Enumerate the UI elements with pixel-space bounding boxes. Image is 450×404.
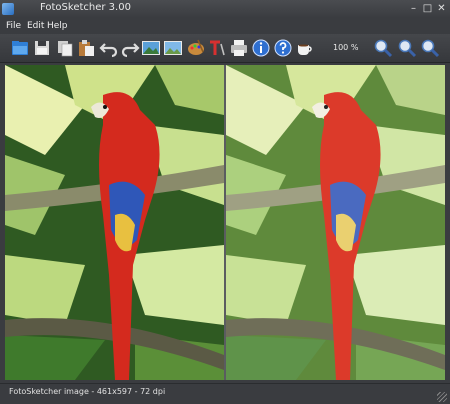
help-icon bbox=[274, 39, 292, 57]
menu-edit[interactable]: Edit bbox=[27, 19, 44, 33]
app-icon bbox=[2, 3, 14, 15]
result-image-button[interactable] bbox=[163, 38, 183, 58]
zoom-level: 100 % bbox=[333, 43, 359, 52]
info-button[interactable] bbox=[251, 38, 271, 58]
text-icon bbox=[210, 40, 225, 56]
status-bar: FotoSketcher image - 461x597 - 72 dpi bbox=[0, 383, 450, 404]
toolbar: 100 % bbox=[0, 34, 450, 63]
maximize-button[interactable]: □ bbox=[421, 3, 434, 14]
open-button[interactable] bbox=[10, 38, 30, 58]
image-canvas bbox=[5, 65, 445, 380]
copy-icon bbox=[58, 41, 73, 57]
zoom-in-icon bbox=[374, 39, 393, 58]
image-info: FotoSketcher image - 461x597 - 72 dpi bbox=[9, 387, 166, 396]
zoom-fit-icon bbox=[398, 39, 417, 58]
print-icon bbox=[231, 40, 247, 56]
zoom-out-button[interactable] bbox=[420, 38, 440, 58]
menu-help[interactable]: Help bbox=[47, 19, 68, 33]
text-button[interactable] bbox=[207, 38, 227, 58]
paste-button[interactable] bbox=[76, 38, 96, 58]
open-folder-icon bbox=[12, 41, 28, 55]
palette-icon bbox=[188, 39, 204, 55]
print-button[interactable] bbox=[229, 38, 249, 58]
palette-button[interactable] bbox=[186, 38, 206, 58]
coffee-icon bbox=[298, 44, 312, 55]
original-image-button[interactable] bbox=[141, 38, 161, 58]
title-bar: FotoSketcher 3.00 – □ ✕ bbox=[0, 0, 450, 18]
menu-file[interactable]: File bbox=[6, 19, 21, 33]
zoom-fit-button[interactable] bbox=[397, 38, 417, 58]
parrot-photo bbox=[5, 65, 224, 380]
app-window: FotoSketcher 3.00 – □ ✕ File Edit Help 1… bbox=[0, 0, 450, 404]
original-image bbox=[5, 65, 224, 380]
save-button[interactable] bbox=[32, 38, 52, 58]
redo-icon bbox=[121, 43, 140, 58]
menu-bar: File Edit Help bbox=[0, 18, 450, 34]
sketch-result bbox=[226, 65, 445, 380]
close-button[interactable]: ✕ bbox=[435, 3, 448, 14]
help-button[interactable] bbox=[273, 38, 293, 58]
copy-button[interactable] bbox=[55, 38, 75, 58]
window-title: FotoSketcher 3.00 bbox=[40, 2, 131, 13]
save-icon bbox=[35, 41, 49, 55]
undo-button[interactable] bbox=[99, 38, 119, 58]
parrot-painting bbox=[226, 65, 445, 380]
paste-icon bbox=[79, 40, 94, 56]
result-image-icon bbox=[164, 41, 182, 55]
original-image-icon bbox=[142, 41, 160, 55]
zoom-out-icon bbox=[421, 39, 440, 58]
redo-button[interactable] bbox=[120, 38, 140, 58]
info-icon bbox=[252, 39, 270, 57]
donate-button[interactable] bbox=[295, 38, 315, 58]
resize-grip[interactable] bbox=[437, 392, 447, 402]
undo-icon bbox=[99, 43, 118, 58]
zoom-in-button[interactable] bbox=[373, 38, 393, 58]
minimize-button[interactable]: – bbox=[407, 3, 420, 14]
